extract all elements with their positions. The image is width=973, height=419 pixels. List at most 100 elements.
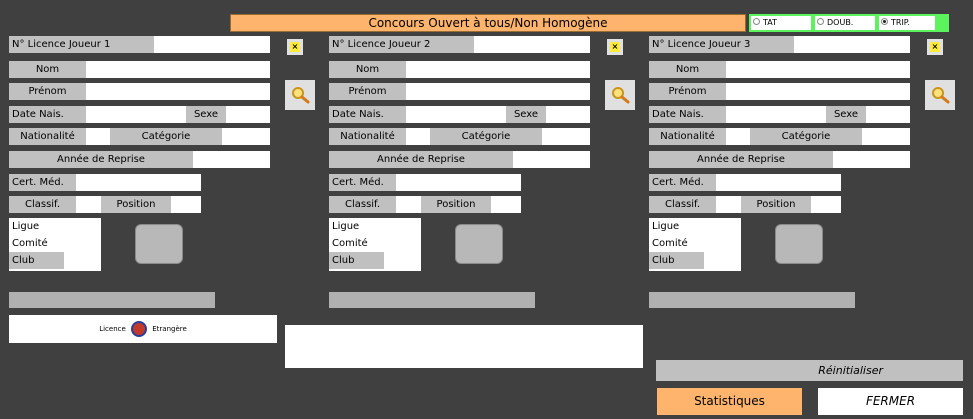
sexe-input-2[interactable] (546, 106, 590, 123)
sexe-label-2: Sexe (506, 106, 546, 123)
radio-doub-label: DOUB. (827, 18, 854, 27)
licence-etrangere-button[interactable]: Licence Etrangère (9, 315, 277, 343)
reinitialiser-button[interactable]: Réinitialiser (656, 360, 963, 381)
notes-field[interactable] (285, 325, 643, 368)
nom-label-3: Nom (649, 61, 726, 78)
radio-doub-indicator (817, 18, 824, 25)
comite-label-2: Comité (332, 238, 368, 249)
classif-label-3: Classif. (649, 196, 716, 213)
ligue-comite-club-box-2: Ligue Comité Club (329, 218, 421, 271)
nationalite-input-2[interactable] (406, 128, 430, 145)
search-button-1[interactable] (285, 80, 315, 110)
search-button-2[interactable] (605, 80, 635, 110)
ligue-label-3: Ligue (652, 221, 680, 232)
nom-label-2: Nom (329, 61, 406, 78)
classif-label-2: Classif. (329, 196, 396, 213)
position-input-2[interactable] (491, 196, 521, 213)
comite-label-1: Comité (12, 238, 48, 249)
clear-icon: × (610, 42, 620, 52)
annee-reprise-label-3: Année de Reprise (649, 151, 833, 168)
licence-input-3[interactable] (794, 36, 910, 53)
ligue-label-1: Ligue (12, 221, 40, 232)
clear-icon: × (930, 42, 940, 52)
radio-tat[interactable]: TAT (751, 16, 811, 30)
nationalite-label-1: Nationalité (9, 128, 86, 145)
nationalite-label-2: Nationalité (329, 128, 406, 145)
classif-label-1: Classif. (9, 196, 76, 213)
photo-box-2[interactable] (455, 224, 503, 264)
search-icon (292, 87, 310, 104)
info-bar-3 (649, 292, 855, 308)
radio-doub[interactable]: DOUB. (815, 16, 875, 30)
licence-input-2[interactable] (474, 36, 590, 53)
annee-reprise-label-1: Année de Reprise (9, 151, 193, 168)
licence-label-3: N° Licence Joueur 3 (649, 36, 794, 53)
annee-reprise-input-2[interactable] (513, 151, 590, 168)
categorie-label-3: Catégorie (750, 128, 862, 145)
annee-reprise-input-3[interactable] (833, 151, 910, 168)
licence-input-1[interactable] (154, 36, 270, 53)
globe-icon (131, 321, 148, 337)
categorie-input-3[interactable] (862, 128, 910, 145)
fermer-button[interactable]: FERMER (818, 388, 963, 415)
categorie-input-1[interactable] (222, 128, 270, 145)
statistiques-button[interactable]: Statistiques (657, 388, 802, 415)
sexe-input-3[interactable] (866, 106, 910, 123)
photo-box-3[interactable] (775, 224, 823, 264)
categorie-input-2[interactable] (542, 128, 590, 145)
radio-trip-label: TRIP. (891, 18, 910, 27)
position-input-1[interactable] (171, 196, 201, 213)
sexe-label-3: Sexe (826, 106, 866, 123)
search-button-3[interactable] (925, 80, 955, 110)
ligue-label-2: Ligue (332, 221, 360, 232)
date-nais-label-3: Date Nais. (649, 106, 726, 123)
position-label-1: Position (101, 196, 171, 213)
prenom-input-2[interactable] (406, 83, 590, 100)
clear-button-1[interactable]: × (287, 39, 303, 55)
clear-button-3[interactable]: × (927, 39, 943, 55)
date-nais-input-1[interactable] (86, 106, 186, 123)
cert-med-input-1[interactable] (76, 174, 201, 191)
date-nais-label-2: Date Nais. (329, 106, 406, 123)
cert-med-input-2[interactable] (396, 174, 521, 191)
licence-etrangere-left-label: Licence (99, 325, 126, 333)
cert-med-input-3[interactable] (716, 174, 841, 191)
sexe-input-1[interactable] (226, 106, 270, 123)
cert-med-label-1: Cert. Méd. (9, 174, 76, 191)
nom-input-1[interactable] (86, 61, 270, 78)
clear-button-2[interactable]: × (607, 39, 623, 55)
position-input-3[interactable] (811, 196, 841, 213)
info-bar-2 (329, 292, 535, 308)
club-label-1: Club (9, 252, 64, 269)
classif-input-2[interactable] (396, 196, 421, 213)
prenom-label-3: Prénom (649, 83, 726, 100)
ligue-comite-club-box-1: Ligue Comité Club (9, 218, 101, 271)
prenom-input-3[interactable] (726, 83, 910, 100)
annee-reprise-input-1[interactable] (193, 151, 270, 168)
clear-icon: × (290, 42, 300, 52)
categorie-label-1: Catégorie (110, 128, 222, 145)
nationalite-input-3[interactable] (726, 128, 750, 145)
categorie-label-2: Catégorie (430, 128, 542, 145)
classif-input-3[interactable] (716, 196, 741, 213)
classif-input-1[interactable] (76, 196, 101, 213)
ligue-comite-club-box-3: Ligue Comité Club (649, 218, 741, 271)
radio-tat-indicator (753, 18, 760, 25)
club-label-2: Club (329, 252, 384, 269)
date-nais-label-1: Date Nais. (9, 106, 86, 123)
radio-trip[interactable]: TRIP. (879, 16, 935, 30)
prenom-label-1: Prénom (9, 83, 86, 100)
nationalite-input-1[interactable] (86, 128, 110, 145)
nom-input-3[interactable] (726, 61, 910, 78)
licence-etrangere-right-label: Etrangère (152, 325, 187, 333)
nom-input-2[interactable] (406, 61, 590, 78)
date-nais-input-3[interactable] (726, 106, 826, 123)
photo-box-1[interactable] (135, 224, 183, 264)
date-nais-input-2[interactable] (406, 106, 506, 123)
prenom-input-1[interactable] (86, 83, 270, 100)
comite-label-3: Comité (652, 238, 688, 249)
position-label-3: Position (741, 196, 811, 213)
nationalite-label-3: Nationalité (649, 128, 726, 145)
position-label-2: Position (421, 196, 491, 213)
competition-title: Concours Ouvert à tous/Non Homogène (230, 14, 746, 32)
